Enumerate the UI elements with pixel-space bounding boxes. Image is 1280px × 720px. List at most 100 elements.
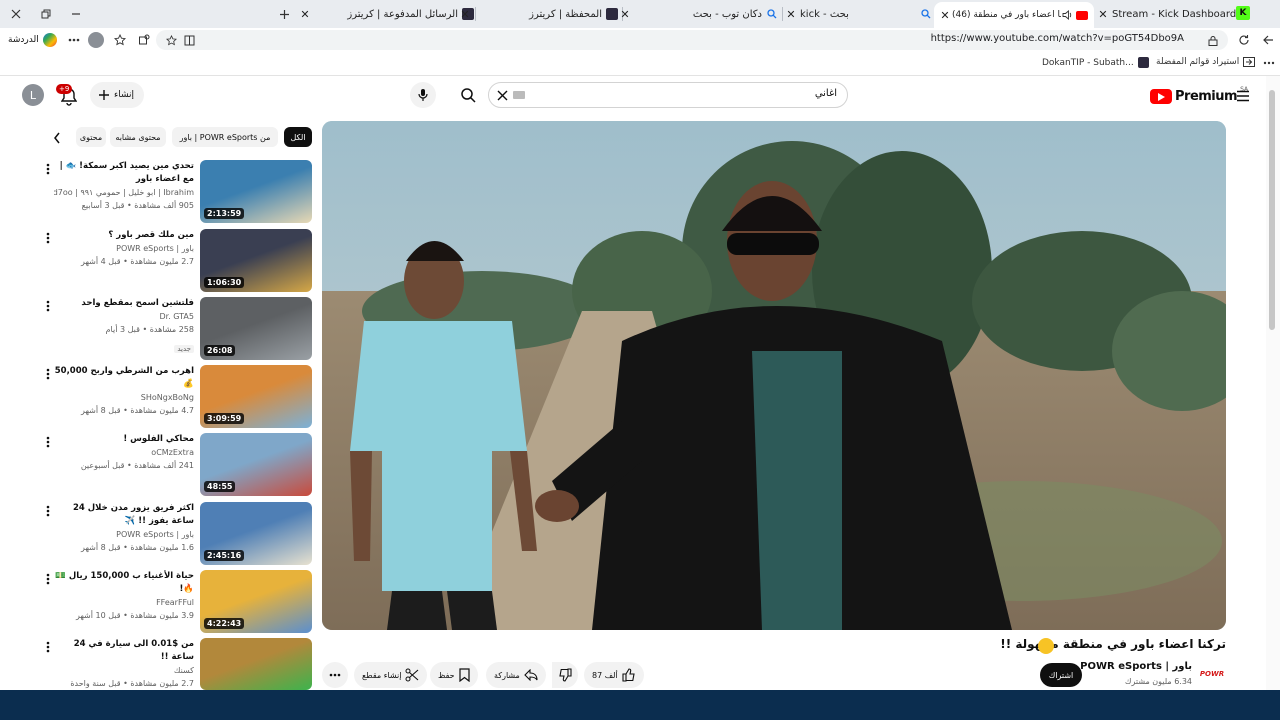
- split-screen-icon[interactable]: [182, 33, 196, 47]
- recommendation-channel[interactable]: oCMzExtra: [54, 446, 194, 459]
- close-tab-icon[interactable]: ✕: [458, 7, 472, 21]
- close-tab-icon[interactable]: ✕: [784, 7, 798, 21]
- close-window-icon[interactable]: [4, 4, 28, 24]
- dislike-button[interactable]: [552, 662, 578, 688]
- thumbs-down-icon: [558, 668, 572, 682]
- like-button[interactable]: 87 ألف: [584, 662, 644, 688]
- video-thumbnail[interactable]: 2:13:59: [200, 160, 312, 223]
- recommendation-item[interactable]: 2:13:59 تحدي مين يصيد اكبر سمكة! 🐟 | مع ا…: [42, 160, 312, 224]
- save-button[interactable]: حفظ: [430, 662, 478, 688]
- kebab-menu-icon[interactable]: [42, 572, 54, 586]
- subscribe-button[interactable]: اشتراك: [1040, 663, 1082, 687]
- kebab-menu-icon[interactable]: [42, 299, 54, 313]
- recommendation-item[interactable]: 26:08 فلتشين اسمح بمقطع واحد Dr. GTA5 258 م…: [42, 297, 312, 361]
- back-arrow-icon[interactable]: [1260, 32, 1276, 48]
- recommendation-item[interactable]: 48:55 محاكي الفلوس ! oCMzExtra 241 ألف مشاه…: [42, 433, 312, 497]
- more-bookmarks-icon[interactable]: [1262, 56, 1276, 70]
- kebab-menu-icon[interactable]: [42, 367, 54, 381]
- site-info-icon[interactable]: [1206, 33, 1220, 47]
- close-tab-icon[interactable]: ✕: [938, 8, 952, 22]
- recommendation-title[interactable]: مين ملك قصر باور ؟: [54, 229, 194, 242]
- clear-search-icon[interactable]: [495, 88, 509, 102]
- bookmark-dokantip[interactable]: DokanTIP - Subath...: [1042, 57, 1149, 68]
- thumbs-up-icon: [622, 668, 636, 682]
- keyboard-icon[interactable]: [513, 91, 525, 99]
- video-thumbnail[interactable]: 1:06:30: [200, 229, 312, 292]
- tab-kick-dashboard[interactable]: ✕ Stream - Kick Dashboard: [1096, 2, 1236, 26]
- recommendation-info: مين ملك قصر باور ؟ باور | POWR eSports 2.7…: [54, 229, 194, 268]
- page-scrollbar[interactable]: [1266, 76, 1280, 690]
- recommendation-title[interactable]: اكثر فريق يزور مدن خلال 24 ساعة يفوز !! …: [54, 502, 194, 528]
- recommendation-channel[interactable]: Dr. GTA5: [54, 310, 194, 323]
- recommendation-channel[interactable]: SHoNgxBoNg: [54, 391, 194, 404]
- recommendation-title[interactable]: حياة الأغنياء ب 150,000 ريال 💵🔥!: [54, 570, 194, 596]
- video-thumbnail[interactable]: 2:45:16: [200, 502, 312, 565]
- recommendation-channel[interactable]: باور | POWR eSports: [54, 242, 194, 255]
- tab-wallet[interactable]: ✕ المحفظة | كريترز: [458, 2, 618, 26]
- profile-avatar-icon[interactable]: [88, 32, 104, 48]
- create-button[interactable]: إنشاء: [90, 82, 144, 108]
- kebab-menu-icon[interactable]: [42, 504, 54, 518]
- video-thumbnail[interactable]: 4:22:43: [200, 570, 312, 633]
- chip-related[interactable]: محتوى مشابه: [110, 127, 166, 147]
- search-button-icon[interactable]: [448, 82, 488, 108]
- close-tab-icon[interactable]: ✕: [618, 7, 632, 21]
- share-button[interactable]: مشاركة: [486, 662, 546, 688]
- voice-search-mic-icon[interactable]: [410, 82, 436, 108]
- video-thumbnail[interactable]: 26:08: [200, 297, 312, 360]
- minimize-window-icon[interactable]: [64, 4, 88, 24]
- recommendation-title[interactable]: فلتشين اسمح بمقطع واحد: [54, 297, 194, 310]
- tab-youtube-active[interactable]: ✕ (46) تركنا اعضاء باور في منطقة: [934, 2, 1094, 28]
- close-tab-icon[interactable]: ✕: [298, 7, 312, 21]
- recommendation-title[interactable]: من $0.01 الى سيارة في 24 ساعة !!: [54, 638, 194, 664]
- video-frame-image: [322, 121, 1226, 630]
- kebab-menu-icon[interactable]: [42, 231, 54, 245]
- recommendation-channel[interactable]: باور | POWR eSports: [54, 528, 194, 541]
- favorites-icon[interactable]: [112, 32, 128, 48]
- tab-paid-messages[interactable]: ✕ الرسائل المدفوعة | كريترز: [298, 2, 474, 26]
- recommendation-meta: 258 مشاهدة • قبل 3 أيام: [105, 325, 194, 334]
- chip-from-channel[interactable]: من POWR eSports | باور: [172, 127, 278, 147]
- address-bar[interactable]: https://www.youtube.com/watch?v=poGT54Db…: [156, 30, 1228, 50]
- recommendation-item[interactable]: 2:45:16 اكثر فريق يزور مدن خلال 24 ساعة ي…: [42, 502, 312, 566]
- video-thumbnail[interactable]: [200, 638, 312, 690]
- kebab-menu-icon[interactable]: [42, 640, 54, 654]
- account-avatar[interactable]: L: [22, 84, 44, 106]
- hamburger-menu-icon[interactable]: [1234, 88, 1252, 104]
- new-tab-icon[interactable]: [272, 4, 296, 24]
- speaker-icon[interactable]: [1061, 10, 1073, 20]
- video-player[interactable]: [322, 121, 1226, 630]
- more-actions-icon[interactable]: [322, 662, 348, 688]
- search-input[interactable]: اغاني: [488, 82, 848, 108]
- scrollbar-thumb[interactable]: [1269, 90, 1275, 330]
- tab-kick-search[interactable]: ✕ kick - بحث: [778, 2, 932, 26]
- close-tab-icon[interactable]: ✕: [1096, 7, 1110, 21]
- recommendation-item[interactable]: 4:22:43 حياة الأغنياء ب 150,000 ريال 💵🔥! F…: [42, 570, 312, 634]
- recommendation-channel[interactable]: كسنك: [54, 664, 194, 677]
- recommendation-title[interactable]: محاكي الفلوس !: [54, 433, 194, 446]
- video-thumbnail[interactable]: 3:09:59: [200, 365, 312, 428]
- extensions-icon[interactable]: [136, 32, 152, 48]
- chat-button[interactable]: الدردشة: [8, 33, 57, 47]
- tab-dokan-search[interactable]: ✕ دكان توب - بحث: [618, 2, 778, 26]
- recommendation-channel[interactable]: Ibrahim | ابو خليل | حمومي ٩٩١ | d7oo: [54, 186, 194, 199]
- channel-logo[interactable]: POWR: [1198, 662, 1226, 686]
- kebab-menu-icon[interactable]: [42, 162, 54, 176]
- favorite-star-icon[interactable]: [164, 33, 178, 47]
- more-options-icon[interactable]: [66, 32, 82, 48]
- recommendation-item[interactable]: 1:06:30 مين ملك قصر باور ؟ باور | POWR eSp…: [42, 229, 312, 293]
- recommendation-title[interactable]: تحدي مين يصيد اكبر سمكة! 🐟 | مع اعضاء با…: [54, 160, 194, 186]
- recommendation-title[interactable]: اهرب من الشرطي واربح 50,000 💰: [54, 365, 194, 391]
- recommendation-item[interactable]: 3:09:59 اهرب من الشرطي واربح 50,000 💰 SHoN…: [42, 365, 312, 429]
- restore-window-icon[interactable]: [34, 4, 58, 24]
- chip-all[interactable]: الكل: [284, 127, 312, 147]
- recommendation-channel[interactable]: FFearFFul: [54, 596, 194, 609]
- channel-name[interactable]: باور | POWR eSports: [1080, 661, 1192, 672]
- clip-button[interactable]: إنشاء مقطع: [354, 662, 428, 688]
- search-icon: [920, 8, 932, 20]
- refresh-icon[interactable]: [1236, 32, 1252, 48]
- chip-more[interactable]: محتوى: [76, 127, 106, 147]
- bookmark-import-favorites[interactable]: استيراد قوائم المفضلة: [1156, 57, 1256, 67]
- video-thumbnail[interactable]: 48:55: [200, 433, 312, 496]
- kebab-menu-icon[interactable]: [42, 435, 54, 449]
